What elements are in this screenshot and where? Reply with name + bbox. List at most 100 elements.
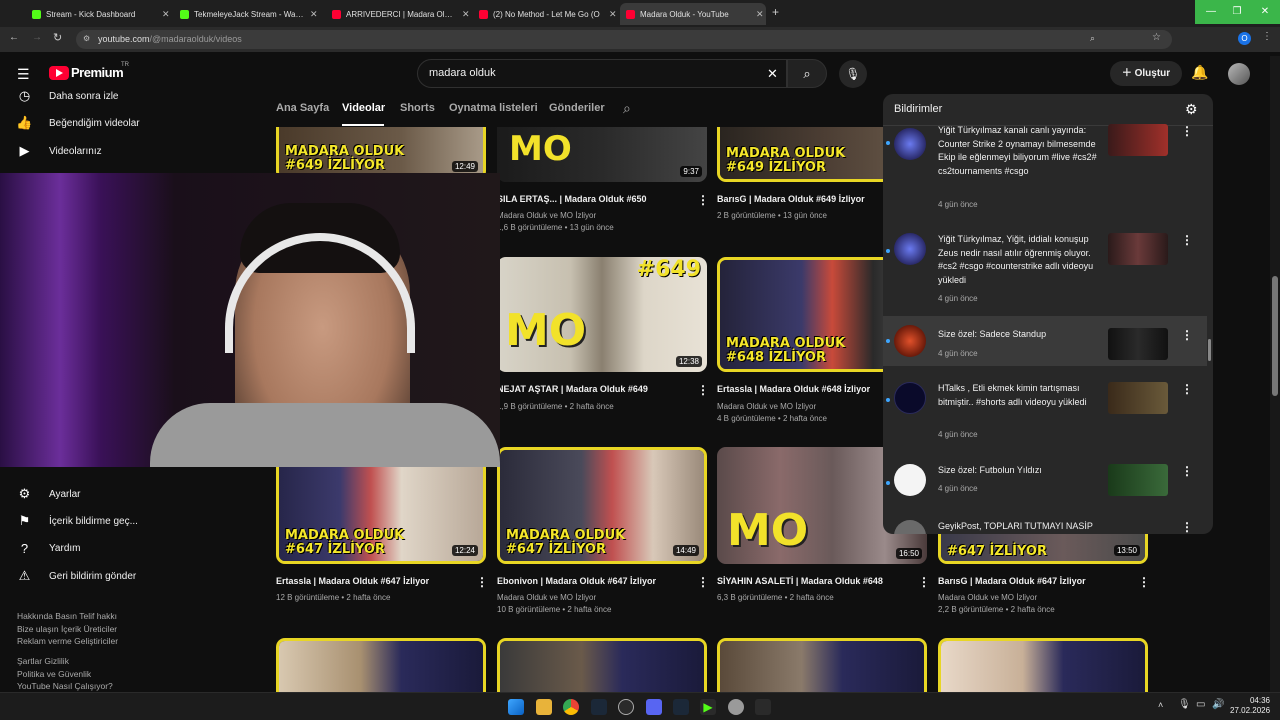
reload-icon[interactable]: ↻	[53, 31, 62, 44]
account-avatar[interactable]	[1228, 63, 1250, 85]
more-icon[interactable]: ⋮	[697, 575, 709, 589]
hamburger-icon[interactable]: ☰	[17, 66, 30, 83]
video-channel[interactable]: Madara Olduk ve MO İzliyor	[497, 210, 596, 222]
sidebar-item-report-history[interactable]: ⚑ İçerik bildirme geç...	[0, 508, 230, 534]
youtube-logo-icon[interactable]	[49, 66, 69, 80]
footer-links[interactable]: YouTube Nasıl Çalışıyor?	[17, 680, 113, 693]
windows-start-icon[interactable]	[508, 699, 524, 715]
search-button[interactable]: ⌕	[787, 59, 827, 88]
more-icon[interactable]: ⋮	[1181, 520, 1193, 534]
close-icon[interactable]: ✕	[310, 9, 318, 20]
video-thumbnail[interactable]: MO 9:37	[497, 127, 707, 182]
browser-tab[interactable]: Stream - Kick Dashboard ✕	[26, 3, 172, 25]
sidebar-item-your-videos[interactable]: ▶ Videolarınız	[0, 138, 230, 164]
video-thumbnail[interactable]	[717, 638, 927, 698]
chrome-icon[interactable]	[563, 699, 579, 715]
notifications-bell-icon[interactable]: 🔔	[1191, 64, 1208, 81]
scrollbar-thumb[interactable]	[1272, 276, 1278, 396]
video-title[interactable]: Ertassla | Madara Olduk #648 İzliyor	[717, 384, 870, 394]
footer-links[interactable]: Bize ulaşın İçerik Üreticiler	[17, 623, 117, 636]
footer-links[interactable]: Politika ve Güvenlik	[17, 668, 91, 681]
tray-chevron-icon[interactable]: ˄	[1158, 700, 1163, 710]
clock[interactable]: 04:36 27.02.2026	[1230, 696, 1270, 716]
close-icon[interactable]: ✕	[162, 9, 170, 20]
discord-icon[interactable]	[646, 699, 662, 715]
steam-icon[interactable]	[673, 699, 689, 715]
notification-item-hovered[interactable]: Size özel: Sadece Standup 4 gün önce ⋮	[883, 316, 1207, 366]
forward-icon[interactable]: →	[32, 32, 42, 43]
page-scrollbar[interactable]	[1270, 56, 1280, 696]
voice-search-button[interactable]: 🎙	[839, 60, 867, 88]
new-tab-button[interactable]: +	[772, 5, 779, 19]
create-button[interactable]: ＋ Oluştur	[1110, 61, 1182, 86]
browser-tab-active[interactable]: Madara Olduk - YouTube ✕	[620, 3, 766, 25]
tab-playlists[interactable]: Oynatma listeleri	[449, 102, 538, 114]
video-title[interactable]: NEJAT AŞTAR | Madara Olduk #649	[497, 384, 648, 394]
video-channel[interactable]: Madara Olduk ve MO İzliyor	[938, 592, 1037, 604]
sidebar-item-settings[interactable]: ⚙ Ayarlar	[0, 481, 230, 507]
menu-icon[interactable]: ⋮	[1262, 31, 1272, 42]
bookmark-star-icon[interactable]: ☆	[1152, 32, 1161, 43]
video-thumbnail[interactable]: MO #649 12:38	[497, 257, 707, 372]
profile-avatar[interactable]: O	[1238, 32, 1251, 45]
back-icon[interactable]: ←	[9, 32, 19, 43]
more-icon[interactable]: ⋮	[918, 575, 930, 589]
video-title[interactable]: SİYAHIN ASALETİ | Madara Olduk #648	[717, 576, 883, 586]
video-thumbnail[interactable]: MADARA OLDUK #647 İZLİYOR 14:49	[497, 447, 707, 564]
channel-search-icon[interactable]: ⌕	[623, 100, 631, 117]
sidebar-item-liked-videos[interactable]: 👍 Beğendiğim videolar	[0, 110, 230, 136]
video-title[interactable]: Ebonivon | Madara Olduk #647 İzliyor	[497, 576, 656, 586]
video-thumbnail[interactable]	[938, 638, 1148, 698]
close-icon[interactable]: ✕	[462, 9, 470, 20]
video-title[interactable]: BarısG | Madara Olduk #647 İzliyor	[938, 576, 1086, 586]
more-icon[interactable]: ⋮	[1181, 464, 1193, 478]
browser-tab[interactable]: TekmeleyeJack Stream - Watch ✕	[174, 3, 324, 25]
notification-settings-icon[interactable]: ⚙	[1185, 101, 1198, 118]
video-thumbnail[interactable]	[497, 638, 707, 698]
more-icon[interactable]: ⋮	[697, 383, 709, 397]
tab-shorts[interactable]: Shorts	[400, 102, 435, 114]
clear-search-icon[interactable]: ✕	[767, 66, 778, 82]
video-channel[interactable]: Madara Olduk ve MO İzliyor	[497, 592, 596, 604]
browser-tab[interactable]: ARRIVEDERCI | Madara Olduk # ✕	[326, 3, 472, 25]
video-title[interactable]: Ertassla | Madara Olduk #647 İzliyor	[276, 576, 429, 586]
network-icon[interactable]: ▭	[1196, 699, 1205, 710]
notifications-scrollbar[interactable]	[1208, 339, 1211, 361]
mic-tray-icon[interactable]: 🎙	[1178, 699, 1191, 710]
video-title[interactable]: SILA ERTAŞ... | Madara Olduk #650	[497, 194, 647, 204]
volume-icon[interactable]: 🔊	[1212, 699, 1224, 710]
maximize-icon[interactable]: ❐	[1222, 0, 1252, 24]
zoom-icon[interactable]: ⌕	[1090, 33, 1095, 44]
site-info-icon[interactable]: ⚙	[83, 34, 90, 43]
video-thumbnail[interactable]	[276, 638, 486, 698]
tab-videos[interactable]: Videolar	[342, 102, 385, 114]
tab-home[interactable]: Ana Sayfa	[276, 102, 329, 114]
more-icon[interactable]: ⋮	[1181, 124, 1193, 138]
sidebar-item-help[interactable]: ? Yardım	[0, 535, 230, 561]
close-icon[interactable]: ✕	[609, 9, 617, 20]
more-icon[interactable]: ⋮	[1138, 575, 1150, 589]
url-input[interactable]: youtube.com/@madaraolduk/videos	[76, 30, 1172, 49]
obs-icon[interactable]	[618, 699, 634, 715]
more-icon[interactable]: ⋮	[697, 193, 709, 207]
more-icon[interactable]: ⋮	[476, 575, 488, 589]
search-input[interactable]: madara olduk	[417, 59, 787, 88]
video-thumbnail[interactable]: #647 İZLİYOR 13:50	[938, 534, 1148, 564]
kick-icon[interactable]: ▶	[700, 699, 716, 715]
footer-links[interactable]: Reklam verme Geliştiriciler	[17, 635, 118, 648]
more-icon[interactable]: ⋮	[1181, 233, 1193, 247]
steam-icon[interactable]	[591, 699, 607, 715]
video-channel[interactable]: Madara Olduk ve MO İzliyor	[717, 401, 816, 413]
settings-icon[interactable]	[728, 699, 744, 715]
browser-tab[interactable]: (2) No Method - Let Me Go (O ✕	[473, 3, 619, 25]
close-icon[interactable]: ✕	[756, 9, 764, 20]
footer-links[interactable]: Hakkında Basın Telif hakkı	[17, 610, 117, 623]
sidebar-item-feedback[interactable]: ⚠ Geri bildirim gönder	[0, 563, 230, 589]
video-title[interactable]: BarısG | Madara Olduk #649 İzliyor	[717, 194, 865, 204]
close-window-icon[interactable]: ✕	[1250, 0, 1280, 24]
file-explorer-icon[interactable]	[536, 699, 552, 715]
app-icon[interactable]	[755, 699, 771, 715]
footer-links[interactable]: Şartlar Gizlilik	[17, 655, 69, 668]
tab-posts[interactable]: Gönderiler	[549, 102, 605, 114]
logo-text[interactable]: Premium	[71, 65, 124, 80]
